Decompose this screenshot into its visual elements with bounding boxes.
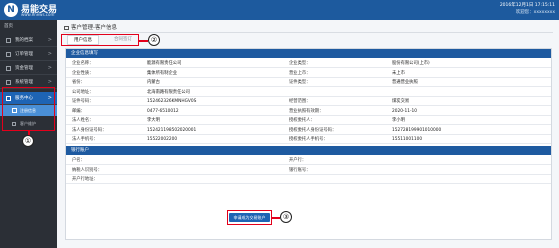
- field-value: 未上市: [392, 70, 405, 76]
- field-value: 集体所有制企业: [147, 70, 178, 76]
- breadcrumb-text: 客户管理-客户信息: [71, 25, 117, 31]
- sidebar-item-funds[interactable]: 资金管理 >: [0, 62, 57, 75]
- field-label: 授权委托人：: [289, 118, 315, 123]
- field-value: 内蒙古: [147, 80, 160, 85]
- field-value: 普通营业执照: [392, 80, 418, 85]
- field-label: 法人手机号：: [72, 137, 98, 142]
- annotation-marker-3: ③: [280, 211, 292, 223]
- table-row: 法人手机号： 15522002200 授权委托人手机号： 15511001100: [66, 135, 551, 145]
- order-icon: [6, 52, 11, 57]
- logo-subtitle: www.enews.com: [21, 12, 55, 17]
- field-label: 经营范围：: [289, 99, 311, 104]
- table-row: 邮编： 0477-6510012 营业执照有效期： 2020-11-10: [66, 107, 551, 116]
- field-value: 152421198502020001: [147, 127, 197, 133]
- header-user[interactable]: 欢迎您：xxxxxxxx: [516, 9, 555, 15]
- sidebar-item-label: 我的档案: [15, 38, 33, 43]
- table-row: 纳税人识别号： 银行账号：: [66, 166, 551, 175]
- divider: [63, 32, 553, 33]
- annotation-box-1: [2, 87, 55, 131]
- field-label: 营业上市：: [289, 70, 311, 76]
- annotation-connector-3: [272, 217, 280, 219]
- field-value: 股份有限公司(上市): [392, 61, 430, 66]
- field-label: 省份：: [72, 80, 85, 85]
- table-row: 公司地址： 北海南路有限责任公司: [66, 88, 551, 97]
- field-value: 152462326KMNHGV0S: [147, 99, 197, 104]
- field-value: 152728199901010000: [392, 127, 442, 133]
- field-value: 能源有限责任公司: [147, 61, 182, 66]
- sidebar-item-label: 资金管理: [15, 66, 33, 71]
- field-label: 法人姓名：: [72, 118, 94, 123]
- info-panel: 企业信息填写 企业名称： 能源有限责任公司 企业类型： 股份有限公司(上市) 企…: [65, 48, 552, 240]
- field-label: 企业类型：: [289, 61, 311, 66]
- table-row: 开户行地址：: [66, 175, 551, 185]
- annotation-marker-1: ①: [22, 135, 34, 147]
- header-datetime: 2016年12月1日 17:15:11: [499, 3, 555, 8]
- section-header-company: 企业信息填写: [66, 49, 551, 58]
- breadcrumb: 客户管理-客户信息: [64, 23, 117, 31]
- annotation-marker-2: ②: [148, 34, 160, 46]
- sidebar-item-archive[interactable]: 我的档案 >: [0, 34, 57, 47]
- annotation-box-3: [227, 210, 272, 225]
- top-header: N 易能交易 www.enews.com 2016年12月1日 17:15:11…: [0, 0, 559, 20]
- chevron-right-icon: >: [47, 51, 52, 57]
- field-label: 户名：: [72, 158, 85, 163]
- field-label: 邮编：: [72, 108, 85, 114]
- table-row: 省份： 内蒙古 证件类型： 普通营业执照: [66, 78, 551, 88]
- window-icon: [64, 25, 69, 30]
- field-value: 15511001100: [392, 137, 423, 142]
- chevron-right-icon: >: [47, 65, 52, 71]
- field-label: 纳税人识别号：: [72, 167, 103, 173]
- gear-icon: [6, 80, 11, 85]
- annotation-connector-2: [139, 40, 148, 42]
- table-row: 法人姓名： 李大明 授权委托人： 李小明: [66, 116, 551, 126]
- sidebar-item-label: 订单管理: [15, 52, 33, 57]
- field-value: 李大明: [147, 118, 160, 123]
- field-value: 15522002200: [147, 137, 178, 142]
- main-content: 客户管理-客户信息 用户信息 合同签订 ② 企业信息填写 企业名称： 能源有限责…: [57, 20, 559, 248]
- field-label: 法人身份证号码：: [72, 127, 107, 133]
- field-value: 0477-6510012: [147, 108, 179, 114]
- field-label: 证件类型：: [289, 80, 311, 85]
- chevron-right-icon: >: [47, 37, 52, 43]
- table-row: 户名： 开户行：: [66, 156, 551, 166]
- field-label: 营业执照有效期：: [289, 108, 324, 114]
- table-row: 证件号码： 152462326KMNHGV0S 经营范围： 煤炭交易: [66, 97, 551, 107]
- annotation-box-2: [61, 34, 139, 46]
- field-label: 银行账号：: [289, 167, 311, 173]
- table-row: 法人身份证号码： 152421198502020001 授权委托人身份证号码： …: [66, 126, 551, 135]
- field-value: 煤炭交易: [392, 99, 410, 104]
- field-label: 证件号码：: [72, 99, 94, 104]
- table-row: 企业性质： 集体所有制企业 营业上市： 未上市: [66, 69, 551, 78]
- field-label: 授权委托人身份证号码：: [289, 127, 337, 133]
- app-root: N 易能交易 www.enews.com 2016年12月1日 17:15:11…: [0, 0, 559, 248]
- money-icon: [6, 66, 11, 71]
- field-label: 授权委托人手机号：: [289, 137, 328, 142]
- field-value: 2020-11-10: [392, 108, 417, 114]
- field-label: 开户行地址：: [72, 177, 98, 182]
- field-label: 企业性质：: [72, 70, 94, 76]
- field-value: 北海南路有限责任公司: [147, 89, 190, 95]
- field-label: 开户行：: [289, 158, 307, 163]
- table-row: 企业名称： 能源有限责任公司 企业类型： 股份有限公司(上市): [66, 59, 551, 69]
- folder-icon: [6, 38, 11, 43]
- logo[interactable]: N 易能交易 www.enews.com: [4, 2, 64, 18]
- field-label: 企业名称：: [72, 61, 94, 66]
- field-label: 公司地址：: [72, 89, 94, 95]
- sidebar-home[interactable]: 首页: [0, 22, 57, 31]
- sidebar-item-orders[interactable]: 订单管理 >: [0, 48, 57, 61]
- logo-mark-icon: N: [4, 3, 18, 17]
- section-header-bank: 银行账户: [66, 146, 551, 155]
- field-value: 李小明: [392, 118, 405, 123]
